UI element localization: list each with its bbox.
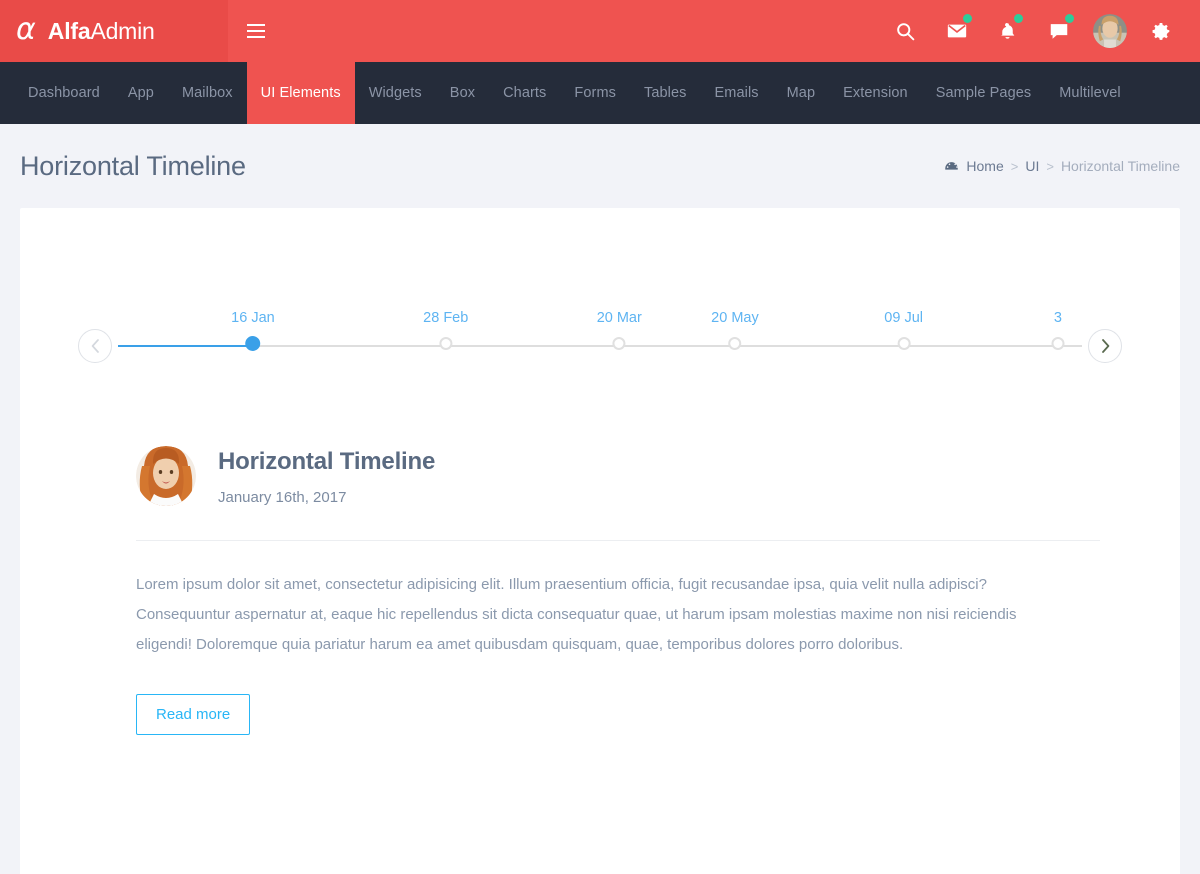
horizontal-timeline: 16 Jan 28 Feb 20 Mar 20 May 09 Jul 3	[20, 296, 1180, 392]
read-more-button[interactable]: Read more	[136, 694, 251, 736]
timeline-point-dot[interactable]	[612, 337, 626, 350]
timeline-point-label: 28 Feb	[423, 310, 469, 326]
nav-item-forms[interactable]: Forms	[560, 62, 630, 124]
timeline-event: Horizontal Timeline January 16th, 2017 L…	[20, 444, 1180, 736]
nav-item-tables[interactable]: Tables	[630, 62, 701, 124]
timeline-point-label: 20 May	[711, 310, 759, 326]
nav-item-charts[interactable]: Charts	[489, 62, 560, 124]
timeline-point-dot[interactable]	[728, 337, 742, 350]
timeline-point-label: 20 Mar	[596, 310, 642, 326]
breadcrumb: Home > UI > Horizontal Timeline	[944, 158, 1180, 174]
brand-name: AlfaAdmin	[48, 18, 155, 45]
author-avatar	[136, 446, 196, 506]
timeline-point-0[interactable]: 16 Jan	[231, 296, 275, 351]
timeline-point-dot[interactable]	[897, 337, 911, 350]
timeline-point-dot[interactable]	[245, 336, 261, 351]
timeline-point-dot[interactable]	[1051, 337, 1065, 350]
timeline-card: 16 Jan 28 Feb 20 Mar 20 May 09 Jul 3 Hor…	[20, 208, 1180, 874]
bell-badge-dot	[1014, 14, 1023, 23]
mail-badge-dot	[963, 14, 972, 23]
page-header: Horizontal Timeline Home > UI > Horizont…	[0, 124, 1200, 208]
search-icon[interactable]	[880, 0, 931, 62]
timeline-prev-button[interactable]	[78, 329, 112, 363]
nav-item-emails[interactable]: Emails	[701, 62, 773, 124]
timeline-point-dot[interactable]	[439, 337, 453, 350]
dashboard-icon	[944, 159, 959, 174]
mail-icon[interactable]	[931, 0, 982, 62]
chat-badge-dot	[1065, 14, 1074, 23]
event-header-text: Horizontal Timeline January 16th, 2017	[218, 444, 435, 506]
nav-item-widgets[interactable]: Widgets	[355, 62, 436, 124]
nav-item-ui-elements[interactable]: UI Elements	[246, 62, 355, 124]
brand-logo-area[interactable]: α AlfaAdmin	[0, 0, 228, 62]
timeline-next-button[interactable]	[1088, 329, 1122, 363]
main-navigation: Dashboard App Mailbox UI Elements Widgets Box…	[0, 62, 1200, 124]
brand-name-bold: Alfa	[47, 17, 91, 44]
nav-item-sample-pages[interactable]: Sample Pages	[922, 62, 1046, 124]
timeline-point-label: 09 Jul	[884, 310, 924, 326]
nav-item-multilevel[interactable]: Multilevel	[1045, 62, 1134, 124]
avatar[interactable]	[1084, 0, 1135, 62]
breadcrumb-item-home[interactable]: Home	[966, 158, 1003, 174]
breadcrumb-separator: >	[1046, 158, 1054, 174]
chat-icon[interactable]	[1033, 0, 1084, 62]
gear-icon[interactable]	[1135, 0, 1186, 62]
nav-item-app[interactable]: App	[114, 62, 168, 124]
timeline-point-1[interactable]: 28 Feb	[423, 296, 468, 350]
hamburger-icon[interactable]	[228, 0, 284, 62]
nav-item-extension[interactable]: Extension	[829, 62, 922, 124]
timeline-track[interactable]: 16 Jan 28 Feb 20 Mar 20 May 09 Jul 3	[118, 296, 1082, 392]
top-header: α AlfaAdmin	[0, 0, 1200, 62]
breadcrumb-separator: >	[1010, 158, 1019, 174]
breadcrumb-item-current: Horizontal Timeline	[1060, 158, 1180, 174]
timeline-point-3[interactable]: 20 May	[711, 296, 759, 350]
brand-name-light: Admin	[90, 17, 155, 44]
nav-item-mailbox[interactable]: Mailbox	[168, 62, 247, 124]
timeline-point-label: 16 Jan	[231, 310, 275, 326]
bell-icon[interactable]	[982, 0, 1033, 62]
event-header: Horizontal Timeline January 16th, 2017	[136, 444, 1180, 506]
page-title: Horizontal Timeline	[20, 150, 246, 181]
nav-item-map[interactable]: Map	[773, 62, 830, 124]
event-divider	[136, 540, 1100, 542]
breadcrumb-item-ui[interactable]: UI	[1025, 158, 1039, 174]
timeline-point-5[interactable]: 3	[1051, 296, 1065, 350]
nav-item-box[interactable]: Box	[436, 62, 489, 124]
timeline-point-label: 3	[1053, 310, 1062, 326]
event-title: Horizontal Timeline	[218, 448, 436, 475]
timeline-point-4[interactable]: 09 Jul	[884, 296, 923, 350]
event-body-text: Lorem ipsum dolor sit amet, consectetur …	[136, 576, 1017, 654]
topbar-icon-group	[880, 0, 1200, 62]
alpha-logo-icon: α	[16, 11, 36, 47]
event-date: January 16th, 2017	[218, 489, 347, 507]
timeline-point-2[interactable]: 20 Mar	[597, 296, 642, 350]
nav-item-dashboard[interactable]: Dashboard	[14, 62, 114, 124]
